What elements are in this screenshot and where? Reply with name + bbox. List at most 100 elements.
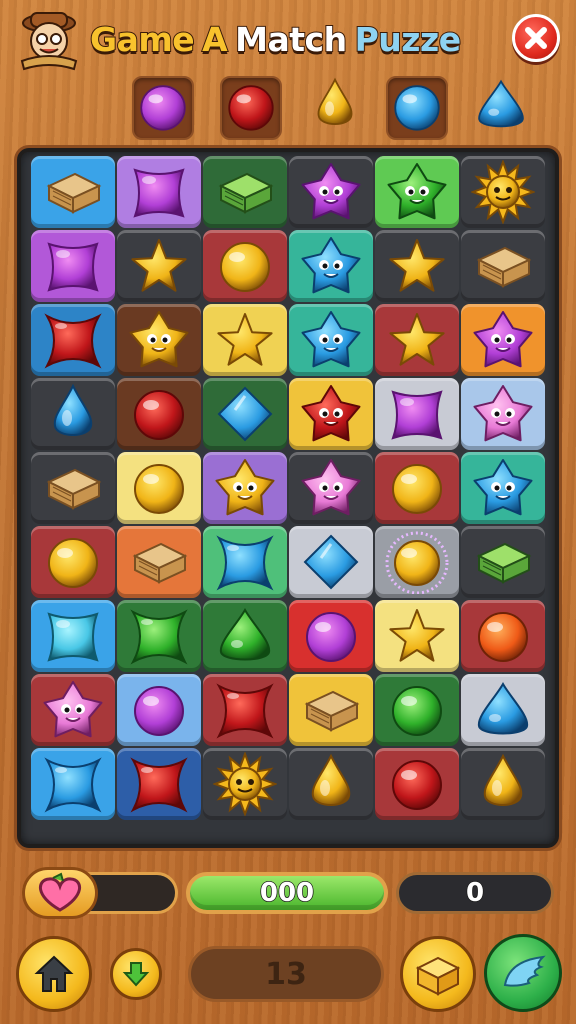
board-tile[interactable] [31,748,115,820]
board-tile[interactable] [375,156,459,228]
board-tile[interactable] [289,452,373,524]
title-word: Game [89,19,196,60]
glowing-purple-orb-icon [385,531,449,594]
blue-cone-icon [478,79,524,128]
board-tile[interactable] [375,378,459,450]
blue-star-creature-icon [301,237,361,294]
board-tile[interactable] [117,452,201,524]
board-tile[interactable] [31,600,115,672]
yellow-orb-icon [48,538,98,588]
board-tile[interactable] [203,452,287,524]
pink-star-creature-icon [473,385,533,442]
down-button[interactable] [110,948,162,1000]
purple-star-creature-icon [301,163,361,220]
lives-badge[interactable] [22,867,98,919]
board-tile[interactable] [203,600,287,672]
red-star-creature-icon [301,385,361,442]
board-tile[interactable] [461,674,545,746]
pink-star-creature-icon [43,681,103,738]
board-tile[interactable] [289,600,373,672]
orange-orb-icon [478,612,528,662]
score-bar: 000 [186,872,388,914]
yellow-drop-icon [311,753,351,806]
crate-icon [46,172,102,214]
purple-orb-icon [306,612,356,662]
blue-drop-icon [53,383,93,436]
board-tile[interactable] [289,156,373,228]
game-board[interactable] [17,148,559,848]
teal-square-icon [47,612,99,662]
board-tile[interactable] [31,674,115,746]
next-piece [386,76,448,140]
board-tile[interactable] [117,378,201,450]
board-tile[interactable] [375,452,459,524]
board-tile[interactable] [375,304,459,376]
yellow-star-icon [389,609,445,662]
board-tile[interactable] [117,156,201,228]
board-tile[interactable] [461,600,545,672]
board-tile[interactable] [289,748,373,820]
board-tile[interactable] [31,230,115,302]
yellow-star-icon [389,313,445,366]
pink-star-creature-icon [301,459,361,516]
board-tile[interactable] [203,526,287,598]
board-tile[interactable] [289,304,373,376]
board-tile[interactable] [117,600,201,672]
blue-star-creature-icon [301,311,361,368]
board-tile[interactable] [203,304,287,376]
chest-button[interactable] [400,936,476,1012]
board-tile[interactable] [203,378,287,450]
board-tile[interactable] [461,452,545,524]
red-orb-icon [228,85,274,131]
board-tile[interactable] [31,156,115,228]
yellow-drop-icon [483,753,523,806]
board-tile[interactable] [375,674,459,746]
board-tile[interactable] [117,748,201,820]
board-tile[interactable] [117,304,201,376]
board-tile[interactable] [461,230,545,302]
board-tile[interactable] [117,230,201,302]
purple-orb-icon [134,686,184,736]
board-tile[interactable] [289,230,373,302]
board-tile[interactable] [31,452,115,524]
crate-icon [132,542,188,584]
board-tile[interactable] [375,230,459,302]
board-tile[interactable] [203,674,287,746]
title-word: A [201,19,229,60]
board-tile[interactable] [117,526,201,598]
board-tile[interactable] [31,304,115,376]
sun-icon [471,160,535,224]
board-tile[interactable] [31,526,115,598]
board-tile[interactable] [461,156,545,228]
close-icon [525,27,547,49]
blue-star-creature-icon [473,459,533,516]
board-tile[interactable] [461,748,545,820]
board-tile[interactable] [289,378,373,450]
red-cross-icon [130,757,188,813]
next-piece [306,76,368,140]
yellow-star-icon [131,239,187,292]
next-piece [472,76,534,140]
board-tile[interactable] [203,230,287,302]
close-button[interactable] [512,14,560,62]
board-tile[interactable] [289,526,373,598]
home-icon [34,955,74,992]
yellow-orb-icon [134,464,184,514]
board-tile[interactable] [203,156,287,228]
level-indicator: 13 [188,946,384,1002]
game-title: Game A Match Puzze [89,14,462,64]
board-tile[interactable] [203,748,287,820]
board-tile[interactable] [375,748,459,820]
board-tile[interactable] [31,378,115,450]
board-tile[interactable] [461,304,545,376]
yellow-star-creature-icon [215,459,275,516]
red-cross-icon [216,683,274,739]
board-tile[interactable] [117,674,201,746]
board-tile[interactable] [375,600,459,672]
board-tile[interactable] [375,526,459,598]
board-tile[interactable] [289,674,373,746]
home-button[interactable] [16,936,92,1012]
board-tile[interactable] [461,526,545,598]
boost-button[interactable] [484,934,562,1012]
board-tile[interactable] [461,378,545,450]
